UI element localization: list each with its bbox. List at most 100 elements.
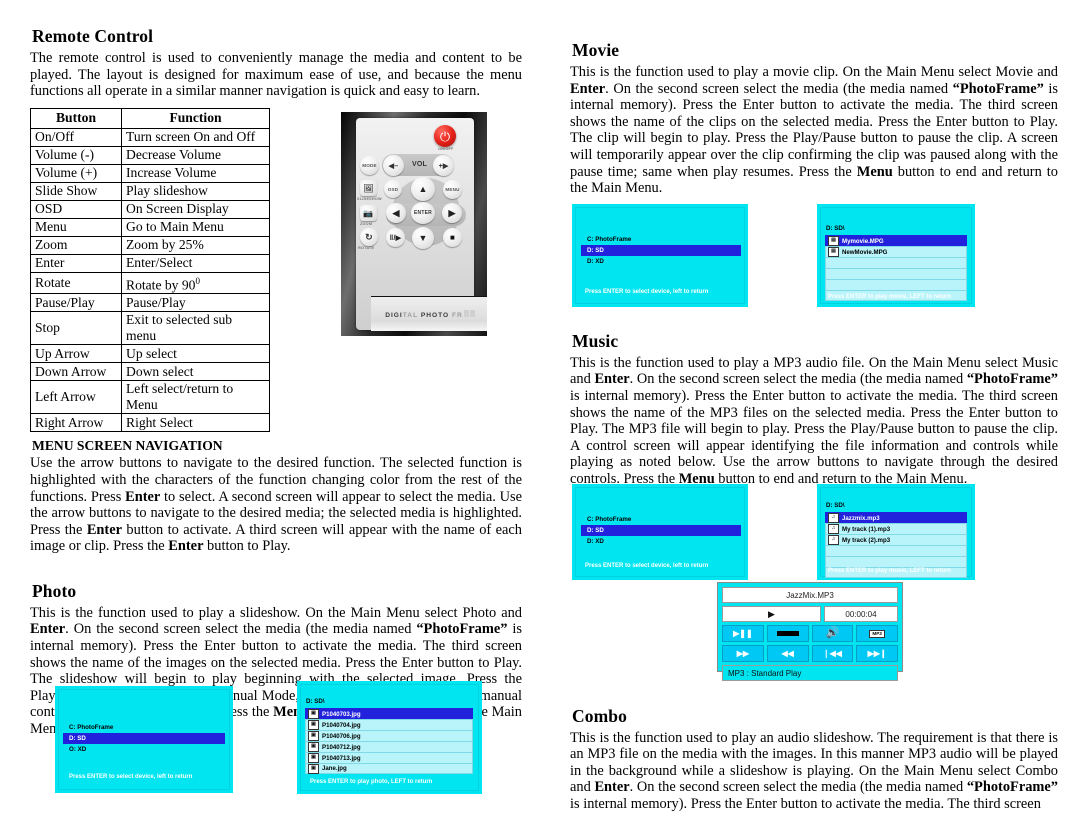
slideshow-button[interactable]: 🖼	[360, 180, 377, 196]
file-list-item[interactable]: ▣ P1040713.jpg	[305, 752, 473, 763]
section-title-movie: Movie	[572, 40, 620, 60]
table-row: Stop Exit to selected sub menu	[30, 311, 270, 346]
movie-text-2: . On the second screen select the media …	[605, 80, 953, 97]
mp3-elapsed-time: 00:00:04	[824, 606, 898, 622]
photo-device-list: C: PhotoFrame D: SD O: XD	[63, 722, 225, 755]
file-list-item[interactable]	[825, 268, 967, 279]
zoom-button[interactable]: 📷	[360, 205, 377, 221]
file-list-item[interactable]: ▤ Mymovie.MPG	[825, 235, 967, 246]
movie-bold-3: Menu	[856, 163, 893, 180]
zoom-label: ZOOM	[360, 222, 373, 226]
movie-text-1: This is the function used to play a movi…	[570, 64, 1058, 80]
table-row: Up Arrow Up select	[30, 344, 270, 364]
mode-button[interactable]: MODE	[360, 156, 379, 175]
combo-text-2: . On the second screen select the media …	[629, 779, 967, 796]
function-description-cell: Up select	[121, 344, 270, 364]
device-list-item[interactable]: C: PhotoFrame	[581, 234, 741, 245]
stop-bar-icon	[776, 631, 799, 636]
play-pause-icon: ‖/▶	[389, 234, 402, 242]
slideshow-label: SLIDESHOW	[357, 197, 382, 201]
device-list-item[interactable]: D: SD	[581, 525, 741, 536]
mp3-format-button[interactable]: MP3	[856, 625, 898, 642]
osd-button[interactable]: OSD	[384, 180, 402, 198]
photo-file-icon: ▣	[308, 720, 319, 730]
file-name-label: P1040713.jpg	[322, 754, 361, 762]
table-row: Left Arrow Left select/return to Menu	[30, 380, 270, 415]
menu-button[interactable]: MENU	[443, 180, 462, 199]
file-list-item[interactable]	[825, 556, 967, 567]
music-file-icon: ♫	[828, 535, 839, 545]
stop-button[interactable]: ■	[443, 228, 462, 247]
table-row: On/Off Turn screen On and Off	[30, 127, 270, 147]
file-name-label: P1040704.jpg	[322, 721, 361, 729]
right-arrow-button[interactable]: ▶	[442, 203, 462, 223]
mp3-volume-button[interactable]: 🔊	[811, 625, 854, 642]
button-name-cell: Up Arrow	[30, 344, 122, 364]
play-pause-button[interactable]: ‖/▶	[386, 228, 405, 247]
power-icon: ⏻	[439, 128, 451, 144]
file-list-item[interactable]: ♫ Jazzmix.mp3	[825, 512, 967, 523]
file-list-item[interactable]: ▣ P1040703.jpg	[305, 708, 473, 719]
rotate-button[interactable]: ↻	[360, 228, 378, 246]
file-list-item[interactable]: ▣ P1040712.jpg	[305, 741, 473, 752]
file-list-item[interactable]: ♫ My track (2).mp3	[825, 534, 967, 545]
mp3-rewind-button[interactable]: ◀◀	[766, 645, 809, 662]
left-arrow-button[interactable]: ◀	[386, 203, 406, 223]
file-name-label: P1040712.jpg	[322, 743, 361, 751]
music-section-text: This is the function used to play a MP3 …	[570, 355, 1058, 488]
button-name-cell: Stop	[30, 311, 122, 346]
file-list-item[interactable]	[825, 257, 967, 268]
mode-label: MODE	[362, 163, 377, 168]
music-bold-1: Enter	[594, 371, 630, 388]
device-list-item[interactable]: D: SD	[63, 733, 225, 744]
file-list-item[interactable]: ▣ Jane.jpg	[305, 763, 473, 774]
mp3-next-track-button[interactable]: ▶▶❙	[856, 645, 898, 662]
up-arrow-button[interactable]: ▲	[411, 177, 435, 201]
remote-brand-label: DIGITAL PHOTO FR	[385, 309, 475, 319]
file-list-item[interactable]: ▣ P1040706.jpg	[305, 730, 473, 741]
movie-bold-2: “PhotoFrame”	[952, 80, 1044, 97]
device-list-item[interactable]: C: PhotoFrame	[63, 722, 225, 733]
function-description-cell: Right Select	[121, 413, 270, 433]
volume-down-button[interactable]: ◀–	[383, 155, 404, 176]
button-name-cell: Rotate	[30, 271, 122, 295]
table-row: OSD On Screen Display	[30, 199, 270, 219]
combo-bold-1: Enter	[594, 779, 630, 796]
down-arrow-button[interactable]: ▼	[412, 227, 434, 249]
volume-up-icon: +▶	[438, 162, 449, 170]
file-list-item[interactable]: ♫ My track (1).mp3	[825, 523, 967, 534]
device-list-item[interactable]: O: XD	[63, 744, 225, 755]
manual-page: Remote Control The remote control is use…	[0, 0, 1080, 834]
table-row: Enter Enter/Select	[30, 253, 270, 273]
table-header-row: Button Function	[30, 107, 270, 129]
device-list-item[interactable]: D: SD	[581, 245, 741, 256]
movie-file-list-screen: D: SD\ ▤ Mymovie.MPG ▤ NewMovie.MPG Press E…	[817, 204, 975, 307]
device-list-item[interactable]: D: XD	[581, 536, 741, 547]
photo-files-path: D: SD\	[306, 698, 325, 705]
mp3-play-pause-button[interactable]: ▶▶ ▶❚❚	[722, 625, 764, 642]
mp3-stop-button[interactable]	[766, 625, 809, 642]
file-list-item[interactable]: ▣ P1040704.jpg	[305, 719, 473, 730]
mp3-fast-forward-button[interactable]: ▶▶	[722, 645, 764, 662]
section-title-photo: Photo	[32, 580, 77, 601]
button-name-cell: Enter	[30, 253, 122, 273]
mp3-previous-track-button[interactable]: ❘◀◀	[811, 645, 854, 662]
device-list-item[interactable]: C: PhotoFrame	[581, 514, 741, 525]
button-name-cell: Menu	[30, 217, 122, 237]
file-list-item[interactable]	[825, 545, 967, 556]
table-row: Down Arrow Down select	[30, 362, 270, 382]
file-list-item[interactable]	[825, 279, 967, 290]
down-arrow-icon: ▼	[418, 233, 428, 243]
enter-button[interactable]: ENTER	[411, 202, 435, 224]
button-name-cell: Down Arrow	[30, 362, 122, 382]
music-file-icon: ♫	[828, 524, 839, 534]
file-list-item[interactable]: ▤ NewMovie.MPG	[825, 246, 967, 257]
stop-icon: ■	[449, 233, 456, 242]
volume-up-button[interactable]: +▶	[433, 155, 454, 176]
device-list-item[interactable]: D: XD	[581, 256, 741, 267]
mp3-progress-bar[interactable]: ▶	[722, 606, 821, 622]
table-row: Pause/Play Pause/Play	[30, 293, 270, 313]
menu-nav-text-4: button to Play.	[203, 538, 291, 555]
osd-label: OSD	[387, 186, 399, 192]
power-button[interactable]: ⏻	[434, 125, 456, 147]
